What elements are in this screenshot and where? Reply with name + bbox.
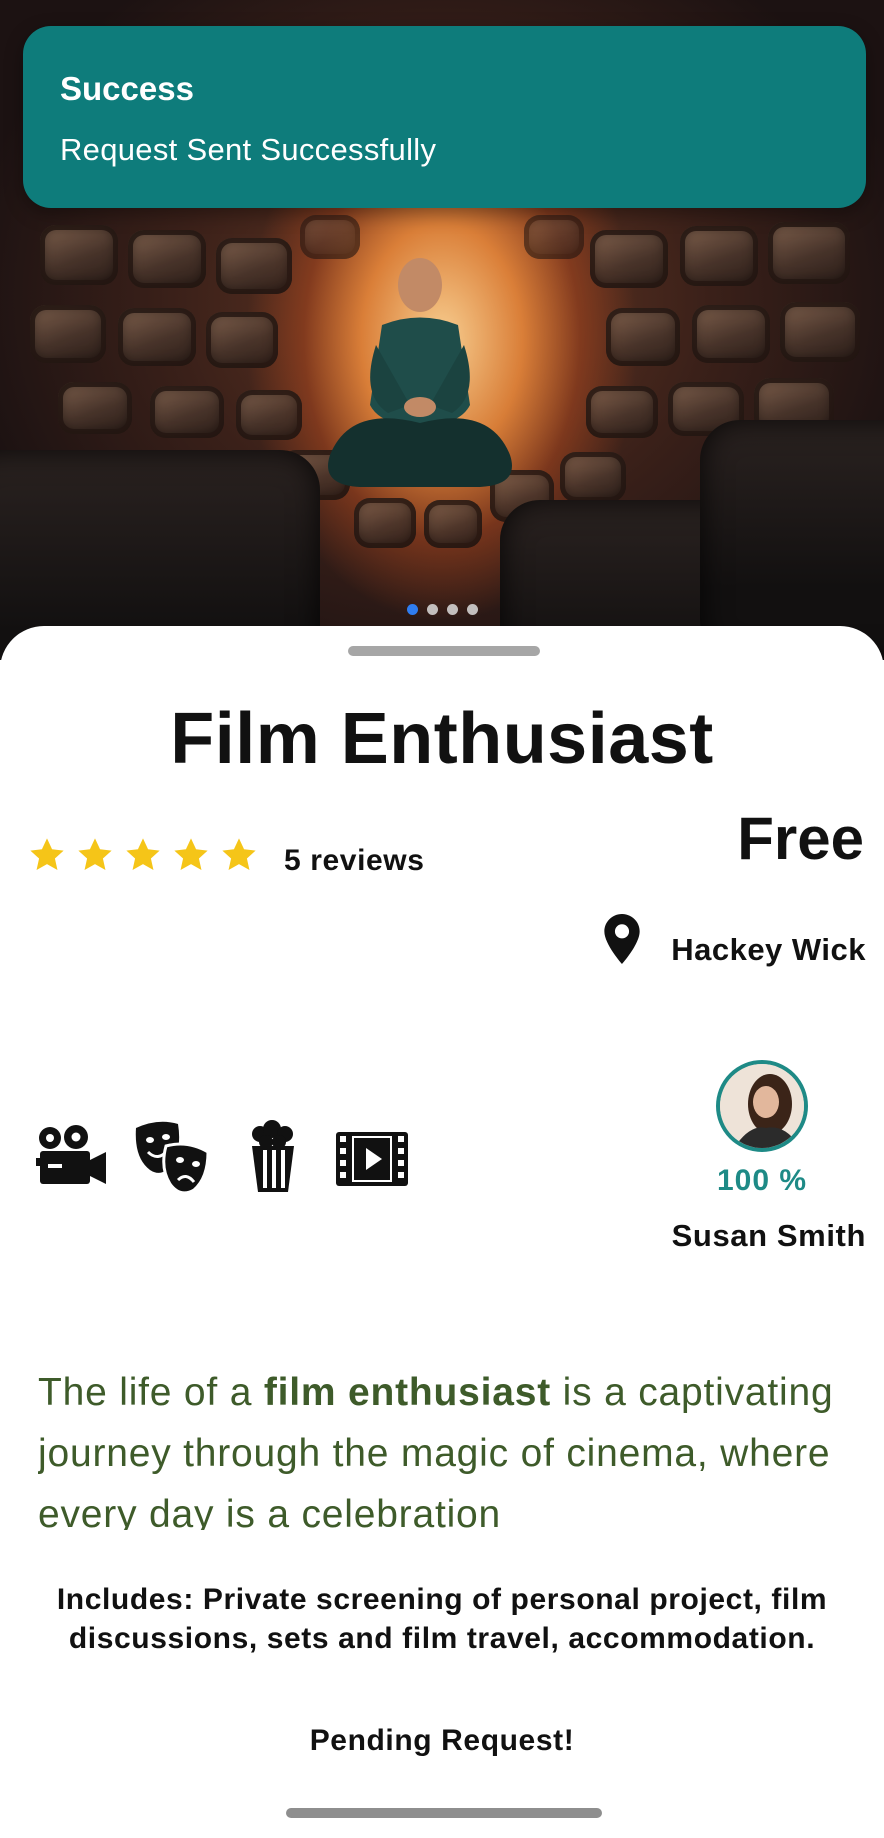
description-text[interactable]: The life of a film enthusiast is a capti… <box>38 1362 848 1530</box>
carousel-dot-3[interactable] <box>446 604 458 615</box>
host-name[interactable]: Susan Smith <box>672 1218 866 1254</box>
star-rating <box>28 836 258 874</box>
description-part-1: The life of a <box>38 1371 264 1414</box>
star-icon <box>126 838 160 871</box>
location-pin-icon <box>604 914 640 964</box>
carousel-dot-2[interactable] <box>426 604 438 615</box>
toast-title: Success <box>60 70 194 107</box>
home-indicator[interactable] <box>286 1808 602 1818</box>
carousel-dot-1[interactable] <box>406 604 418 615</box>
toast-message: Request Sent Successfully <box>60 132 437 167</box>
hero-person-illustration <box>328 258 512 487</box>
film-camera-icon <box>36 1125 106 1184</box>
star-icon <box>174 838 208 871</box>
host-avatar[interactable] <box>716 1060 808 1152</box>
host-match-percent: 100 % <box>716 1164 808 1197</box>
star-icon <box>30 838 64 871</box>
listing-title: Film Enthusiast <box>170 699 714 779</box>
theatre-masks-icon <box>135 1121 210 1195</box>
star-icon <box>222 838 256 871</box>
carousel-dot-4[interactable] <box>466 604 478 615</box>
description-highlight: film enthusiast <box>263 1371 552 1414</box>
avatar-photo <box>720 1064 804 1148</box>
price-label: Free <box>737 805 864 872</box>
reviews-link[interactable]: 5 reviews <box>284 844 425 878</box>
popcorn-icon <box>252 1120 294 1192</box>
includes-text: Includes: Private screening of personal … <box>56 1583 828 1655</box>
carousel-indicator[interactable] <box>0 604 884 615</box>
success-toast[interactable]: Success Request Sent Successfully <box>23 26 866 208</box>
film-play-icon <box>336 1132 408 1186</box>
detail-sheet: Film Enthusiast 5 reviews Free Hackey Wi… <box>0 626 884 1838</box>
star-icon <box>78 838 112 871</box>
pending-request-status: Pending Request! <box>309 1724 575 1757</box>
sheet-drag-handle[interactable] <box>348 646 540 656</box>
location-label: Hackey Wick <box>671 932 866 967</box>
